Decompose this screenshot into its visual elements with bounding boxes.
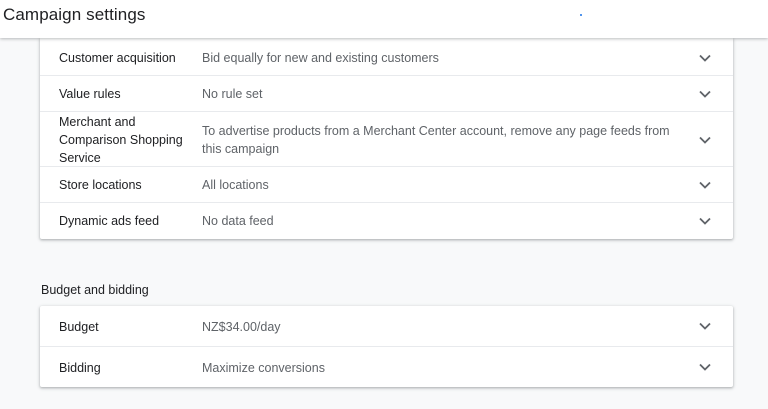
setting-value: No rule set	[202, 87, 263, 101]
setting-row-value-rules[interactable]: Value rules No rule set	[40, 76, 733, 112]
chevron-down-icon[interactable]	[697, 359, 713, 375]
section-title-budget-and-bidding: Budget and bidding	[41, 283, 149, 297]
chevron-down-icon[interactable]	[697, 177, 713, 193]
indicator-dot	[580, 14, 582, 16]
setting-value: Bid equally for new and existing custome…	[202, 51, 439, 65]
chevron-down-icon[interactable]	[697, 50, 713, 66]
setting-value: NZ$34.00/day	[202, 320, 281, 334]
setting-row-merchant-center[interactable]: Merchant and Comparison Shopping Service…	[40, 112, 733, 167]
setting-value: All locations	[202, 178, 269, 192]
setting-row-store-locations[interactable]: Store locations All locations	[40, 167, 733, 203]
setting-value: No data feed	[202, 214, 274, 228]
setting-row-dynamic-ads-feed[interactable]: Dynamic ads feed No data feed	[40, 203, 733, 239]
setting-row-customer-acquisition[interactable]: Customer acquisition Bid equally for new…	[40, 38, 733, 76]
settings-card: Customer acquisition Bid equally for new…	[40, 38, 733, 239]
page-title: Campaign settings	[3, 5, 146, 24]
budget-card: Budget NZ$34.00/day Bidding Maximize con…	[40, 306, 733, 387]
setting-label: Value rules	[59, 87, 121, 101]
setting-row-bidding[interactable]: Bidding Maximize conversions	[40, 347, 733, 387]
app-header: Campaign settings	[0, 0, 768, 38]
setting-label: Budget	[59, 320, 99, 334]
setting-label: Customer acquisition	[59, 51, 176, 65]
setting-label: Store locations	[59, 178, 142, 192]
chevron-down-icon[interactable]	[697, 318, 713, 334]
setting-label: Merchant and Comparison Shopping Service	[59, 115, 183, 165]
setting-value: Maximize conversions	[202, 361, 325, 375]
chevron-down-icon[interactable]	[697, 86, 713, 102]
setting-label: Dynamic ads feed	[59, 214, 160, 228]
chevron-down-icon[interactable]	[697, 132, 713, 148]
setting-value: To advertise products from a Merchant Ce…	[202, 124, 670, 156]
setting-label: Bidding	[59, 361, 101, 375]
setting-row-budget[interactable]: Budget NZ$34.00/day	[40, 306, 733, 347]
chevron-down-icon[interactable]	[697, 213, 713, 229]
